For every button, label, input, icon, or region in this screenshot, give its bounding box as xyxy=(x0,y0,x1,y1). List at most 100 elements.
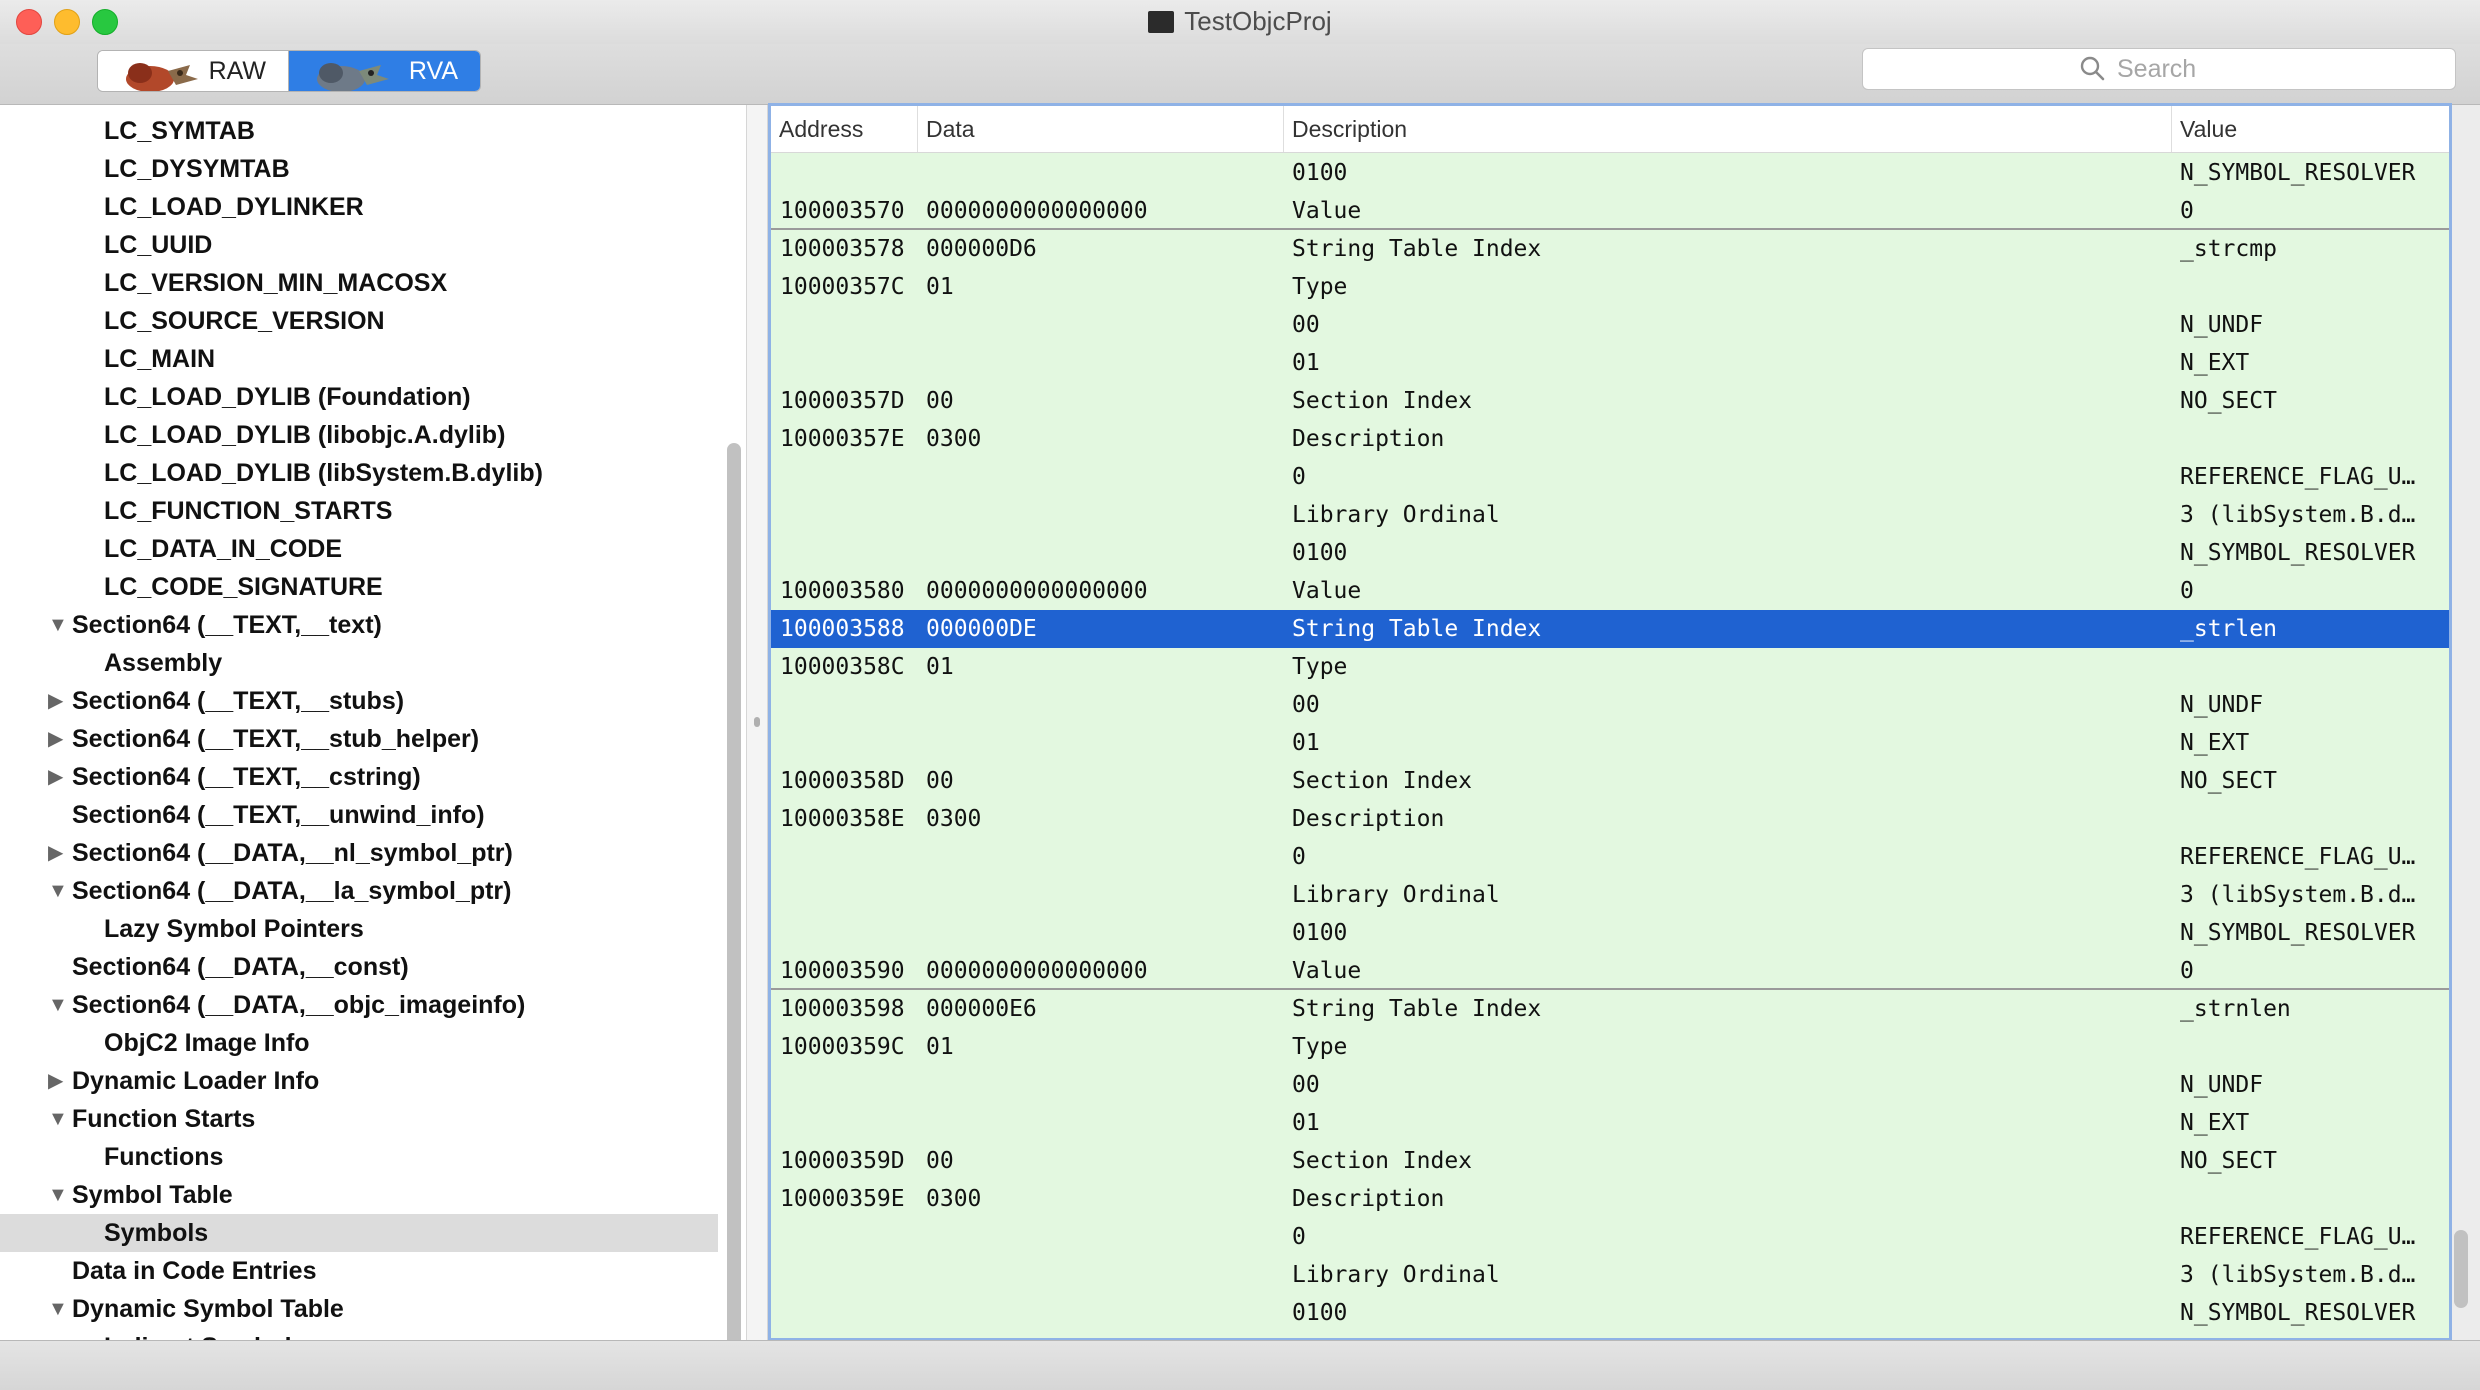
table-row[interactable]: 0100 N_SYMBOL_RESOLVER xyxy=(771,534,2449,572)
disclosure-expanded-icon[interactable]: ▼ xyxy=(48,986,68,1024)
search-field[interactable]: Search xyxy=(1862,48,2456,90)
tree-item[interactable]: Section64 (__DATA,__const) xyxy=(0,948,718,986)
table-scrollbar[interactable] xyxy=(2454,1230,2468,1308)
column-header-description[interactable]: Description xyxy=(1283,106,2171,152)
tree-item[interactable]: ▼ Symbol Table xyxy=(0,1176,718,1214)
tree-item[interactable]: ▶ Dynamic Loader Info xyxy=(0,1062,718,1100)
tree-item[interactable]: LC_VERSION_MIN_MACOSX xyxy=(0,264,718,302)
table-row[interactable]: 0 REFERENCE_FLAG_U… xyxy=(771,458,2449,496)
divider-handle[interactable] xyxy=(754,717,760,727)
tree-item[interactable]: ObjC2 Image Info xyxy=(0,1024,718,1062)
tree-item[interactable]: Functions xyxy=(0,1138,718,1176)
tree-item[interactable]: ▶ Section64 (__DATA,__nl_symbol_ptr) xyxy=(0,834,718,872)
table-row[interactable]: 10000359C 01 Type xyxy=(771,1028,2449,1066)
table-cell: 0100 xyxy=(1292,1300,1348,1326)
tree-item[interactable]: Symbols xyxy=(0,1214,718,1252)
disclosure-expanded-icon[interactable]: ▼ xyxy=(48,1100,68,1138)
disclosure-expanded-icon[interactable]: ▼ xyxy=(48,1176,68,1214)
tree-item[interactable]: ▼ Dynamic Symbol Table xyxy=(0,1290,718,1328)
tree-item-label: Section64 (__TEXT,__stub_helper) xyxy=(72,725,480,753)
tree-item-label: Section64 (__DATA,__nl_symbol_ptr) xyxy=(72,839,513,867)
detail-table[interactable]: Address Data Description Value 0100 N_SYMBOL… xyxy=(768,103,2452,1341)
table-row[interactable]: 10000359D 00 Section Index NO_SECT xyxy=(771,1142,2449,1180)
tree-item[interactable]: Assembly xyxy=(0,644,718,682)
table-cell: Type xyxy=(1292,274,1348,300)
table-cell: 100003598 xyxy=(780,996,905,1022)
tree-item[interactable]: ▼ Section64 (__TEXT,__text) xyxy=(0,606,718,644)
tree-item[interactable]: LC_LOAD_DYLINKER xyxy=(0,188,718,226)
table-cell: 10000358D xyxy=(780,768,905,794)
tree-item[interactable]: LC_CODE_SIGNATURE xyxy=(0,568,718,606)
disclosure-collapsed-icon[interactable]: ▶ xyxy=(48,682,63,720)
table-row[interactable]: 100003578 000000D6 String Table Index _strc… xyxy=(771,230,2449,268)
tree-item[interactable]: ▼ Section64 (__DATA,__la_symbol_ptr) xyxy=(0,872,718,910)
table-row[interactable]: 0100 N_SYMBOL_RESOLVER xyxy=(771,914,2449,952)
column-header-address[interactable]: Address xyxy=(771,106,917,152)
table-row[interactable]: 100003598 000000E6 String Table Index _strn… xyxy=(771,990,2449,1028)
table-row[interactable]: 10000357C 01 Type xyxy=(771,268,2449,306)
table-row[interactable]: 10000357E 0300 Description xyxy=(771,420,2449,458)
table-row[interactable]: 00 N_UNDF xyxy=(771,306,2449,344)
tree-item[interactable]: Section64 (__TEXT,__unwind_info) xyxy=(0,796,718,834)
tree-item[interactable]: LC_LOAD_DYLIB (libSystem.B.dylib) xyxy=(0,454,718,492)
table-row[interactable]: 100003590 0000000000000000 Value 0 xyxy=(771,952,2449,990)
tree-item-label: LC_DYSYMTAB xyxy=(104,155,290,183)
disclosure-collapsed-icon[interactable]: ▶ xyxy=(48,834,63,872)
tree-item[interactable]: LC_DATA_IN_CODE xyxy=(0,530,718,568)
tree-item[interactable]: Lazy Symbol Pointers xyxy=(0,910,718,948)
tree-item[interactable]: ▼ Function Starts xyxy=(0,1100,718,1138)
sidebar-scrollbar[interactable] xyxy=(727,443,741,1340)
table-row[interactable]: Library Ordinal 3 (libSystem.B.d… xyxy=(771,496,2449,534)
tree-item[interactable]: LC_LOAD_DYLIB (libobjc.A.dylib) xyxy=(0,416,718,454)
disclosure-expanded-icon[interactable]: ▼ xyxy=(48,606,68,644)
table-cell: 100003580 xyxy=(780,578,905,604)
tree-item[interactable]: LC_UUID xyxy=(0,226,718,264)
split-view-divider[interactable] xyxy=(746,105,768,1340)
table-cell: Library Ordinal xyxy=(1292,502,1500,528)
rva-mode-button[interactable]: RVA xyxy=(289,51,480,91)
table-row[interactable]: 0 REFERENCE_FLAG_U… xyxy=(771,838,2449,876)
table-row[interactable]: 10000358E 0300 Description xyxy=(771,800,2449,838)
table-row[interactable]: 00 N_UNDF xyxy=(771,1066,2449,1104)
tree-item[interactable]: LC_FUNCTION_STARTS xyxy=(0,492,718,530)
table-row[interactable]: 100003588 000000DE String Table Index _strl… xyxy=(771,610,2449,648)
table-row[interactable]: 0100 N_SYMBOL_RESOLVER xyxy=(771,154,2449,192)
tree-item[interactable]: Data in Code Entries xyxy=(0,1252,718,1290)
disclosure-expanded-icon[interactable]: ▼ xyxy=(48,872,68,910)
table-row[interactable]: 100003580 0000000000000000 Value 0 xyxy=(771,572,2449,610)
table-row[interactable]: 10000358D 00 Section Index NO_SECT xyxy=(771,762,2449,800)
table-row[interactable]: 01 N_EXT xyxy=(771,1104,2449,1142)
table-row[interactable]: 100003570 0000000000000000 Value 0 xyxy=(771,192,2449,230)
table-row[interactable]: Library Ordinal 3 (libSystem.B.d… xyxy=(771,1256,2449,1294)
disclosure-collapsed-icon[interactable]: ▶ xyxy=(48,758,63,796)
tree-item[interactable]: ▶ Section64 (__TEXT,__stubs) xyxy=(0,682,718,720)
tree-item[interactable]: LC_MAIN xyxy=(0,340,718,378)
table-cell: Value xyxy=(1292,958,1362,984)
table-row[interactable]: Library Ordinal 3 (libSystem.B.d… xyxy=(771,876,2449,914)
table-row[interactable]: 01 N_EXT xyxy=(771,344,2449,382)
raw-mode-button[interactable]: RAW xyxy=(98,51,289,91)
tree-item[interactable]: LC_SOURCE_VERSION xyxy=(0,302,718,340)
tree-item[interactable]: LC_DYSYMTAB xyxy=(0,150,718,188)
table-row[interactable]: 10000359E 0300 Description xyxy=(771,1180,2449,1218)
tree-item[interactable]: LC_LOAD_DYLIB (Foundation) xyxy=(0,378,718,416)
tree-item[interactable]: ▶ Section64 (__TEXT,__cstring) xyxy=(0,758,718,796)
tree-item[interactable]: ▼ Section64 (__DATA,__objc_imageinfo) xyxy=(0,986,718,1024)
tree-item[interactable]: Indirect Symbols xyxy=(0,1328,718,1340)
table-row[interactable]: 00 N_UNDF xyxy=(771,686,2449,724)
table-row[interactable]: 0100 N_SYMBOL_RESOLVER xyxy=(771,1294,2449,1332)
table-cell: Type xyxy=(1292,1034,1348,1060)
table-cell: N_EXT xyxy=(2180,1110,2250,1136)
table-row[interactable]: 10000358C 01 Type xyxy=(771,648,2449,686)
disclosure-collapsed-icon[interactable]: ▶ xyxy=(48,720,63,758)
table-row[interactable]: 01 N_EXT xyxy=(771,724,2449,762)
tree-item[interactable]: LC_SYMTAB xyxy=(0,112,718,150)
tree-item[interactable]: ▶ Section64 (__TEXT,__stub_helper) xyxy=(0,720,718,758)
table-row[interactable]: 10000357D 00 Section Index NO_SECT xyxy=(771,382,2449,420)
disclosure-expanded-icon[interactable]: ▼ xyxy=(48,1290,68,1328)
disclosure-collapsed-icon[interactable]: ▶ xyxy=(48,1062,63,1100)
structure-tree[interactable]: LC_SYMTAB LC_DYSYMTAB LC_LOAD_DYLINKER LC_U… xyxy=(0,105,746,1340)
column-header-data[interactable]: Data xyxy=(917,106,1283,152)
column-header-value[interactable]: Value xyxy=(2171,106,2449,152)
table-row[interactable]: 0 REFERENCE_FLAG_U… xyxy=(771,1218,2449,1256)
